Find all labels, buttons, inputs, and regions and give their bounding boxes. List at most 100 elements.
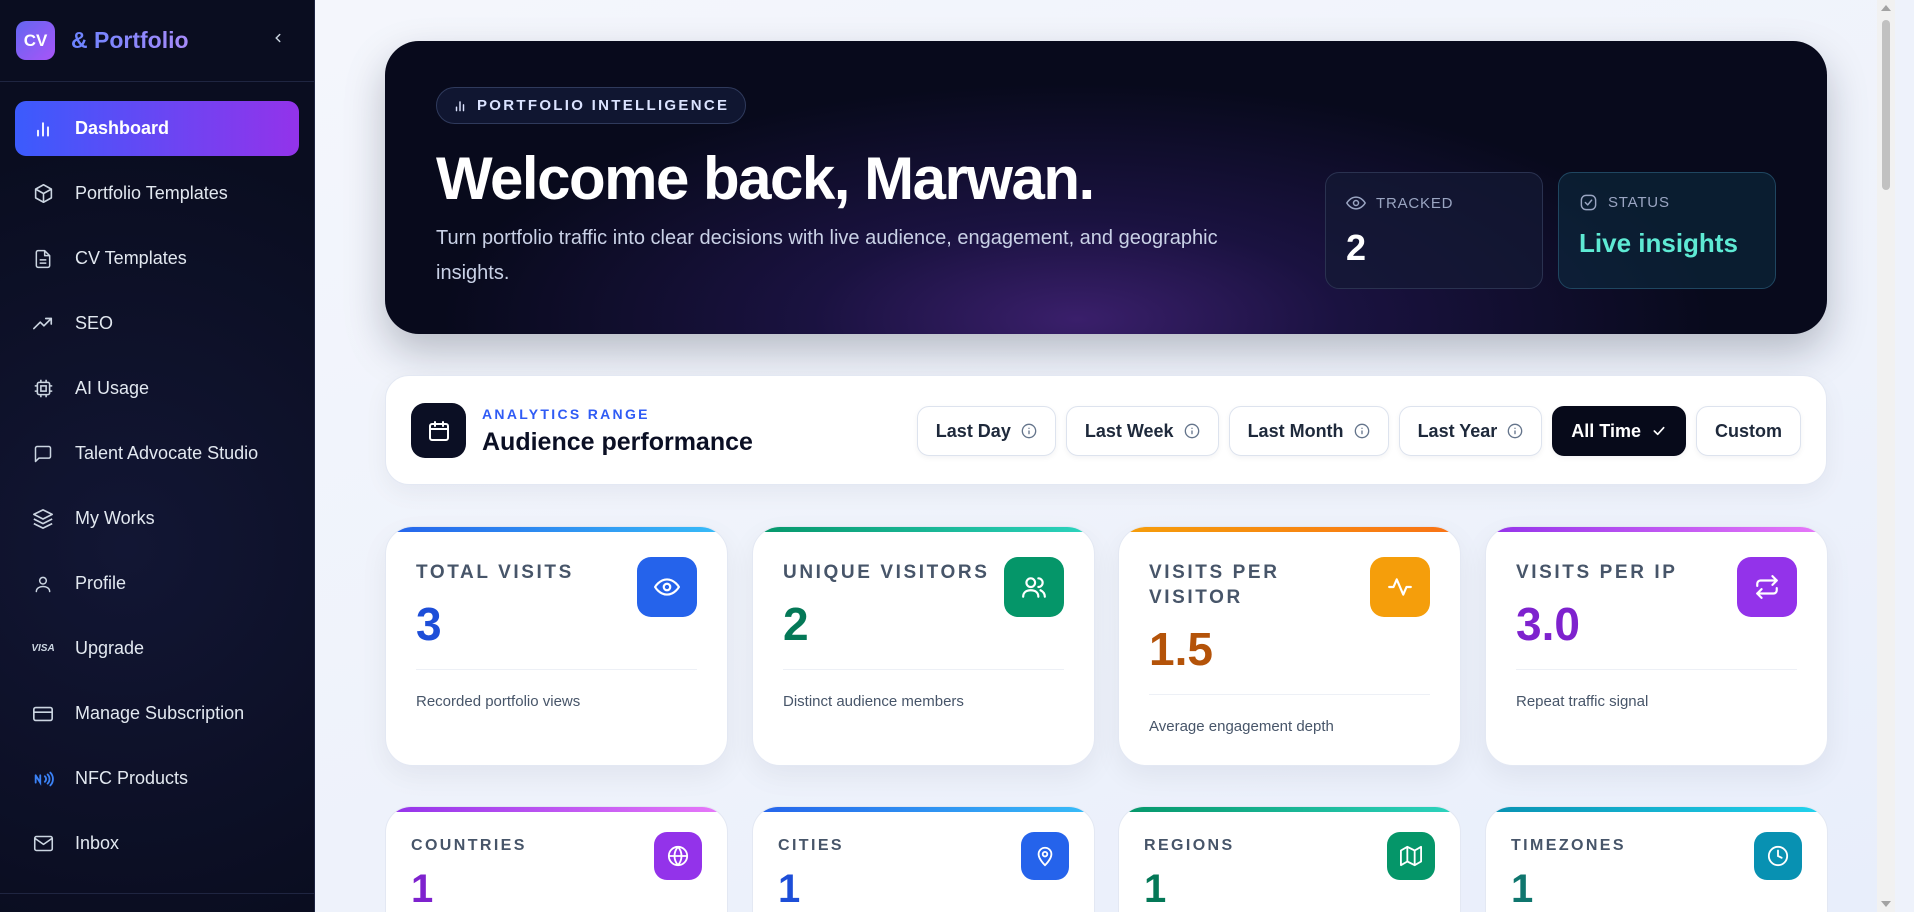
range-button-label: Last Month (1247, 420, 1344, 441)
sidebar-item-dashboard[interactable]: Dashboard (15, 101, 299, 156)
geo-label: COUNTRIES (411, 837, 527, 854)
page-scrollbar[interactable] (1877, 0, 1895, 912)
range-last-day-button[interactable]: Last Day (916, 406, 1056, 456)
geo-value: 1 (1511, 867, 1534, 911)
eye-icon (1346, 193, 1366, 213)
metric-label: UNIQUE VISITORS (783, 562, 990, 583)
check-icon (1651, 423, 1667, 439)
globe-icon (654, 832, 702, 880)
sidebar-item-label: My Works (75, 508, 155, 528)
sidebar-item-label: Manage Subscription (75, 703, 245, 723)
range-all-time-button[interactable]: All Time (1552, 406, 1686, 456)
metric-divider (1516, 669, 1797, 670)
metric-value: 2 (783, 598, 809, 650)
info-icon[interactable] (1507, 423, 1523, 439)
metric-card-visits-per-visitor: VISITS PER VISITOR 1.5 Average engagemen… (1118, 526, 1461, 766)
visa-icon: VISA (31, 643, 55, 654)
metric-divider (416, 669, 697, 670)
user-icon (31, 572, 55, 596)
brand-name[interactable]: & Portfolio (71, 27, 189, 54)
sidebar-item-profile[interactable]: Profile (15, 556, 299, 611)
scroll-down-arrow-icon[interactable] (1881, 901, 1891, 907)
sidebar-item-seo[interactable]: SEO (15, 296, 299, 351)
status-stat-card: STATUS Live insights (1558, 172, 1776, 289)
status-value: Live insights (1579, 228, 1738, 258)
main-content: PORTFOLIO INTELLIGENCE Welcome back, Mar… (315, 0, 1895, 912)
collapse-sidebar-button[interactable] (266, 29, 290, 53)
box-icon (31, 182, 55, 206)
sidebar-item-inbox[interactable]: Inbox (15, 816, 299, 871)
geo-value: 1 (778, 867, 801, 911)
metric-value: 3.0 (1516, 598, 1580, 650)
chevron-left-icon (271, 31, 285, 50)
scrollbar-thumb[interactable] (1882, 20, 1890, 190)
sidebar-item-upgrade[interactable]: VISA Upgrade (15, 621, 299, 676)
geo-card-countries: COUNTRIES 1 (385, 806, 728, 912)
range-button-group: Last Day Last Week Last Month Last Year … (916, 406, 1801, 456)
metric-divider (1149, 694, 1430, 695)
tracked-label: TRACKED (1376, 194, 1454, 212)
hero-banner: PORTFOLIO INTELLIGENCE Welcome back, Mar… (385, 41, 1827, 334)
range-button-label: Custom (1715, 420, 1782, 441)
range-last-month-button[interactable]: Last Month (1228, 406, 1389, 456)
sidebar-divider (0, 893, 315, 894)
card-accent-bar (386, 807, 727, 812)
tracked-stat-card: TRACKED 2 (1325, 172, 1543, 289)
metric-divider (783, 669, 1064, 670)
metric-description: Average engagement depth (1149, 718, 1334, 735)
metric-card-total-visits: TOTAL VISITS 3 Recorded portfolio views (385, 526, 728, 766)
sidebar-item-label: Inbox (75, 833, 120, 853)
brand-logo[interactable]: CV (16, 21, 55, 60)
metric-description: Recorded portfolio views (416, 693, 581, 710)
sidebar-item-my-works[interactable]: My Works (15, 491, 299, 546)
credit-card-icon (31, 702, 55, 726)
info-icon[interactable] (1021, 423, 1037, 439)
range-custom-button[interactable]: Custom (1696, 406, 1801, 456)
nfc-icon (31, 767, 55, 791)
message-square-icon (31, 442, 55, 466)
sidebar-item-label: AI Usage (75, 378, 150, 398)
sidebar-item-label: Portfolio Templates (75, 183, 228, 203)
metric-label: VISITS PER IP (1516, 562, 1678, 583)
range-last-year-button[interactable]: Last Year (1398, 406, 1543, 456)
sidebar-item-label: Upgrade (75, 638, 145, 658)
info-icon[interactable] (1354, 423, 1370, 439)
sidebar-item-manage-subscription[interactable]: Manage Subscription (15, 686, 299, 741)
range-button-label: Last Week (1084, 420, 1174, 441)
geo-card-regions: REGIONS 1 (1118, 806, 1461, 912)
range-last-week-button[interactable]: Last Week (1065, 406, 1219, 456)
hero-title: Welcome back, Marwan. (436, 145, 1095, 212)
sidebar-item-cv-templates[interactable]: CV Templates (15, 231, 299, 286)
geo-card-cities: CITIES 1 (752, 806, 1095, 912)
repeat-icon (1737, 557, 1797, 617)
card-accent-bar (1486, 527, 1827, 532)
geo-label: CITIES (778, 837, 844, 854)
calendar-icon (411, 403, 466, 458)
clock-icon (1754, 832, 1802, 880)
scroll-up-arrow-icon[interactable] (1881, 5, 1891, 11)
tracked-value: 2 (1346, 227, 1367, 268)
sidebar-item-label: NFC Products (75, 768, 189, 788)
sidebar-item-ai-usage[interactable]: AI Usage (15, 361, 299, 416)
metric-label: TOTAL VISITS (416, 562, 574, 583)
sidebar-item-nfc-products[interactable]: NFC Products (15, 751, 299, 806)
metric-value: 1.5 (1149, 623, 1213, 675)
analytics-range-bar: ANALYTICS RANGE Audience performance Las… (385, 375, 1827, 485)
sidebar-item-talent-advocate-studio[interactable]: Talent Advocate Studio (15, 426, 299, 481)
activity-icon (1370, 557, 1430, 617)
sidebar-item-label: SEO (75, 313, 114, 333)
hero-badge-label: PORTFOLIO INTELLIGENCE (477, 97, 730, 114)
card-accent-bar (1119, 807, 1460, 812)
geo-value: 1 (411, 867, 434, 911)
users-icon (1004, 557, 1064, 617)
hero-subtitle: Turn portfolio traffic into clear decisi… (436, 227, 1218, 284)
sidebar-item-label: CV Templates (75, 248, 187, 268)
range-button-label: All Time (1571, 420, 1641, 441)
sidebar-item-portfolio-templates[interactable]: Portfolio Templates (15, 166, 299, 221)
status-label: STATUS (1608, 194, 1670, 211)
status-label-row: STATUS (1579, 193, 1755, 212)
info-icon[interactable] (1184, 423, 1200, 439)
geo-value: 1 (1144, 867, 1167, 911)
mail-icon (31, 832, 55, 856)
cpu-icon (31, 377, 55, 401)
